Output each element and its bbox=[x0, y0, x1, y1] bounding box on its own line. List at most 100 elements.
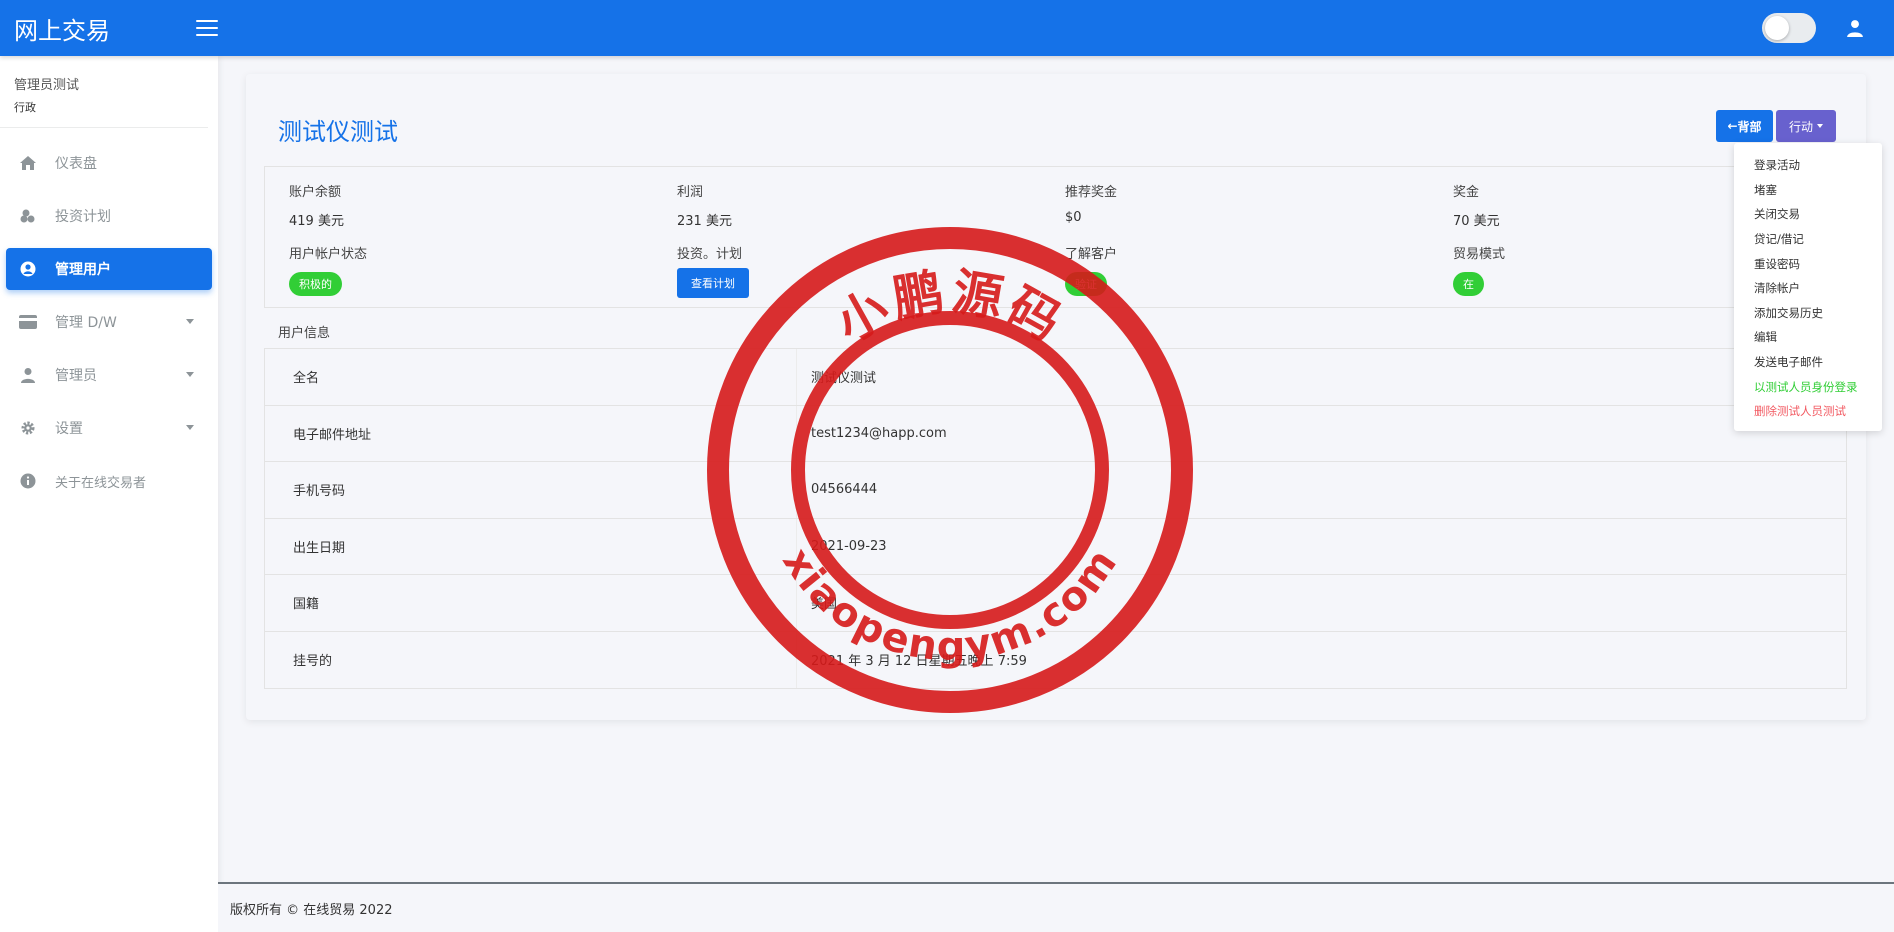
chevron-down-icon bbox=[186, 425, 194, 430]
theme-toggle[interactable] bbox=[1762, 13, 1816, 43]
view-plan-button[interactable]: 查看计划 bbox=[677, 268, 749, 298]
kyc-badge: 验证 bbox=[1065, 272, 1107, 296]
credit-card-icon bbox=[18, 313, 38, 331]
table-row: 全名 测试仪测试 bbox=[265, 349, 1846, 406]
row-key: 出生日期 bbox=[265, 518, 797, 574]
bonus-label: 奖金 bbox=[1453, 185, 1480, 200]
row-value: 2021-09-23 bbox=[811, 538, 887, 554]
top-right-controls bbox=[1762, 13, 1864, 43]
sidebar-profile[interactable]: 管理员测试 行政 bbox=[0, 56, 208, 128]
brand-logo[interactable]: 网上交易 bbox=[14, 11, 164, 46]
referral-label: 推荐奖金 bbox=[1065, 185, 1118, 200]
row-value: test1234@happ.com bbox=[811, 425, 947, 441]
user-detail-card: 测试仪测试 ← 背部 行动 账户余额 419 美元 利润 231 美元 推荐奖金 … bbox=[246, 74, 1866, 720]
referral-cell: 推荐奖金 $0 bbox=[1065, 181, 1117, 225]
account-summary: 账户余额 419 美元 利润 231 美元 推荐奖金 $0 奖金 70 美元 用… bbox=[264, 166, 1847, 308]
profit-value: 231 美元 bbox=[677, 214, 732, 229]
row-value: 美国 bbox=[811, 597, 838, 613]
trade-mode-label: 贸易模式 bbox=[1453, 247, 1506, 262]
sidebar-item-manage-dw[interactable]: 管理 D/W bbox=[6, 301, 212, 343]
sidebar-item-about[interactable]: 关于在线交易者 bbox=[6, 460, 212, 502]
sidebar-item-label: 管理 D/W bbox=[55, 315, 117, 331]
menu-item-send-email[interactable]: 发送电子邮件 bbox=[1734, 350, 1882, 375]
sidebar-item-label: 设置 bbox=[55, 421, 83, 437]
menu-item-close-trade[interactable]: 关闭交易 bbox=[1734, 202, 1882, 227]
sidebar-item-settings[interactable]: 设置 bbox=[6, 407, 212, 449]
row-value: 04566444 bbox=[811, 482, 878, 498]
bonus-value: 70 美元 bbox=[1453, 214, 1500, 229]
menu-item-reset-password[interactable]: 重设密码 bbox=[1734, 251, 1882, 276]
back-button-label: 背部 bbox=[1737, 119, 1762, 134]
status-cell: 用户帐户状态 积极的 bbox=[289, 243, 367, 296]
chevron-down-icon bbox=[186, 372, 194, 377]
home-icon bbox=[18, 154, 38, 172]
row-key: 电子邮件地址 bbox=[265, 405, 797, 461]
menu-item-clear-account[interactable]: 清除帐户 bbox=[1734, 276, 1882, 301]
menu-item-delete-user[interactable]: 删除测试人员测试 bbox=[1734, 399, 1882, 424]
menu-item-edit[interactable]: 编辑 bbox=[1734, 325, 1882, 350]
sidebar-item-label: 仪表盘 bbox=[55, 156, 97, 172]
row-key: 手机号码 bbox=[265, 462, 797, 518]
action-dropdown-menu: 登录活动 堵塞 关闭交易 贷记/借记 重设密码 清除帐户 添加交易历史 编辑 发… bbox=[1734, 143, 1882, 431]
sidebar: 管理员测试 行政 仪表盘 投资计划 管理用户 管理 D/W 管理员 设置 关于在… bbox=[0, 56, 218, 932]
sidebar-item-label: 投资计划 bbox=[55, 209, 111, 225]
sidebar-item-label: 管理员 bbox=[55, 368, 97, 384]
table-row: 出生日期 2021-09-23 bbox=[265, 518, 1846, 575]
balance-cell: 账户余额 419 美元 bbox=[289, 181, 344, 229]
person-icon bbox=[18, 366, 38, 384]
table-row: 国籍 美国 bbox=[265, 575, 1846, 632]
bonus-cell: 奖金 70 美元 bbox=[1453, 181, 1500, 229]
menu-item-credit-debit[interactable]: 贷记/借记 bbox=[1734, 227, 1882, 252]
chevron-down-icon bbox=[186, 319, 194, 324]
menu-item-login-activity[interactable]: 登录活动 bbox=[1734, 153, 1882, 178]
profile-role: 行政 bbox=[14, 101, 36, 114]
user-icon[interactable] bbox=[1846, 19, 1864, 37]
user-info-table: 全名 测试仪测试 电子邮件地址 test1234@happ.com 手机号码 0… bbox=[264, 348, 1847, 689]
action-dropdown-button[interactable]: 行动 bbox=[1776, 110, 1836, 142]
copyright-text: 版权所有 © 在线贸易 2022 bbox=[230, 902, 393, 918]
plan-label: 投资。计划 bbox=[677, 247, 743, 262]
row-key: 国籍 bbox=[265, 575, 797, 631]
plan-cell: 投资。计划 查看计划 bbox=[677, 243, 749, 298]
row-key: 全名 bbox=[265, 349, 797, 405]
table-row: 挂号的 2021 年 3 月 12 日星期五晚上 7:59 bbox=[265, 631, 1846, 688]
kyc-cell: 了解客户 验证 bbox=[1065, 243, 1117, 296]
profit-label: 利润 bbox=[677, 185, 704, 200]
page-title: 测试仪测试 bbox=[278, 118, 398, 146]
trade-mode-badge: 在 bbox=[1453, 272, 1484, 296]
user-circle-icon bbox=[18, 260, 38, 278]
gear-icon bbox=[18, 419, 38, 437]
caret-down-icon bbox=[1817, 124, 1823, 128]
menu-item-add-trade-history[interactable]: 添加交易历史 bbox=[1734, 301, 1882, 326]
row-key: 挂号的 bbox=[265, 631, 797, 688]
sidebar-item-manage-users[interactable]: 管理用户 bbox=[6, 248, 212, 290]
footer: 版权所有 © 在线贸易 2022 bbox=[218, 882, 1894, 932]
menu-item-login-as-user[interactable]: 以测试人员身份登录 bbox=[1734, 374, 1882, 399]
action-button-label: 行动 bbox=[1788, 119, 1813, 134]
info-icon bbox=[18, 472, 38, 490]
sidebar-item-label: 管理用户 bbox=[55, 262, 111, 278]
profile-name: 管理员测试 bbox=[14, 78, 80, 93]
sidebar-item-dashboard[interactable]: 仪表盘 bbox=[6, 142, 212, 184]
sidebar-item-admins[interactable]: 管理员 bbox=[6, 354, 212, 396]
back-button[interactable]: ← 背部 bbox=[1716, 110, 1773, 142]
sidebar-item-label: 关于在线交易者 bbox=[55, 475, 147, 491]
trade-mode-cell: 贸易模式 在 bbox=[1453, 243, 1505, 296]
user-info-heading: 用户信息 bbox=[278, 326, 331, 341]
status-label: 用户帐户状态 bbox=[289, 247, 368, 262]
row-value: 测试仪测试 bbox=[811, 371, 877, 387]
profit-cell: 利润 231 美元 bbox=[677, 181, 732, 229]
row-value: 2021 年 3 月 12 日星期五晚上 7:59 bbox=[811, 654, 1027, 670]
balance-value: 419 美元 bbox=[289, 214, 344, 229]
menu-item-block[interactable]: 堵塞 bbox=[1734, 178, 1882, 203]
balance-label: 账户余额 bbox=[289, 185, 342, 200]
table-row: 电子邮件地址 test1234@happ.com bbox=[265, 405, 1846, 462]
sidebar-item-plans[interactable]: 投资计划 bbox=[6, 195, 212, 237]
table-row: 手机号码 04566444 bbox=[265, 462, 1846, 519]
menu-toggle-icon[interactable] bbox=[196, 20, 218, 36]
arrow-left-icon: ← bbox=[1727, 119, 1738, 133]
status-badge: 积极的 bbox=[289, 272, 342, 296]
coins-icon bbox=[18, 207, 38, 225]
sidebar-nav: 仪表盘 投资计划 管理用户 管理 D/W 管理员 设置 关于在线交易者 bbox=[0, 142, 218, 502]
kyc-label: 了解客户 bbox=[1065, 247, 1118, 262]
